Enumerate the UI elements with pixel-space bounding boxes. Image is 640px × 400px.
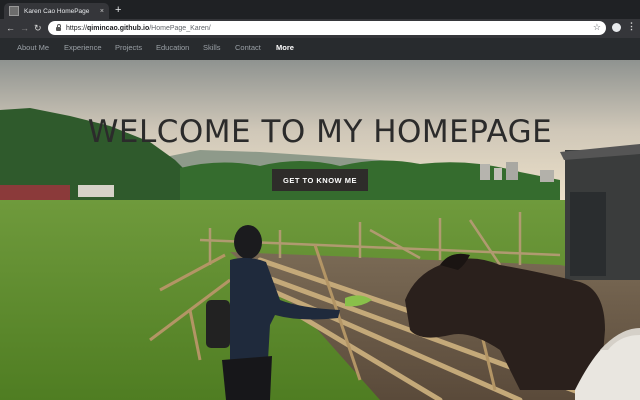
hero-banner: WELCOME TO MY HOMEPAGE GET TO KNOW ME [0, 60, 640, 400]
reload-icon[interactable]: ↻ [34, 22, 42, 34]
nav-item-projects[interactable]: Projects [115, 43, 142, 52]
forward-icon[interactable]: → [20, 22, 29, 34]
star-icon[interactable]: ☆ [593, 22, 601, 33]
browser-toolbar: ← → ↻ https://qimincao.github.io/HomePag… [0, 19, 640, 38]
address-bar[interactable]: https://qimincao.github.io/HomePage_Kare… [48, 21, 606, 35]
url-host: qimincao.github.io [87, 24, 150, 32]
nav-item-more[interactable]: More [276, 43, 294, 52]
nav-item-about-me[interactable]: About Me [17, 43, 49, 52]
hero-background-photo [0, 60, 640, 400]
menu-icon[interactable]: ⋮ [627, 21, 636, 32]
profile-icon[interactable] [612, 23, 621, 32]
hero-title: WELCOME TO MY HOMEPAGE [87, 114, 553, 150]
url-path: /HomePage_Karen/ [149, 24, 211, 32]
back-icon[interactable]: ← [6, 22, 15, 34]
lock-icon [56, 24, 61, 31]
close-icon[interactable]: × [100, 8, 104, 15]
site-navbar: About Me Experience Projects Education S… [0, 38, 640, 60]
nav-item-experience[interactable]: Experience [64, 43, 102, 52]
nav-item-skills[interactable]: Skills [203, 43, 221, 52]
browser-tab[interactable]: Karen Cao HomePage × [4, 3, 109, 19]
url-text: https://qimincao.github.io/HomePage_Kare… [66, 25, 211, 32]
new-tab-icon[interactable]: + [115, 3, 121, 17]
url-scheme: https:// [66, 24, 88, 32]
get-to-know-me-button[interactable]: GET TO KNOW ME [272, 169, 368, 191]
favicon-icon [9, 6, 19, 16]
browser-tab-strip: Karen Cao HomePage × + [0, 0, 640, 19]
nav-item-contact[interactable]: Contact [235, 43, 261, 52]
nav-item-education[interactable]: Education [156, 43, 189, 52]
tab-title: Karen Cao HomePage [24, 7, 90, 15]
